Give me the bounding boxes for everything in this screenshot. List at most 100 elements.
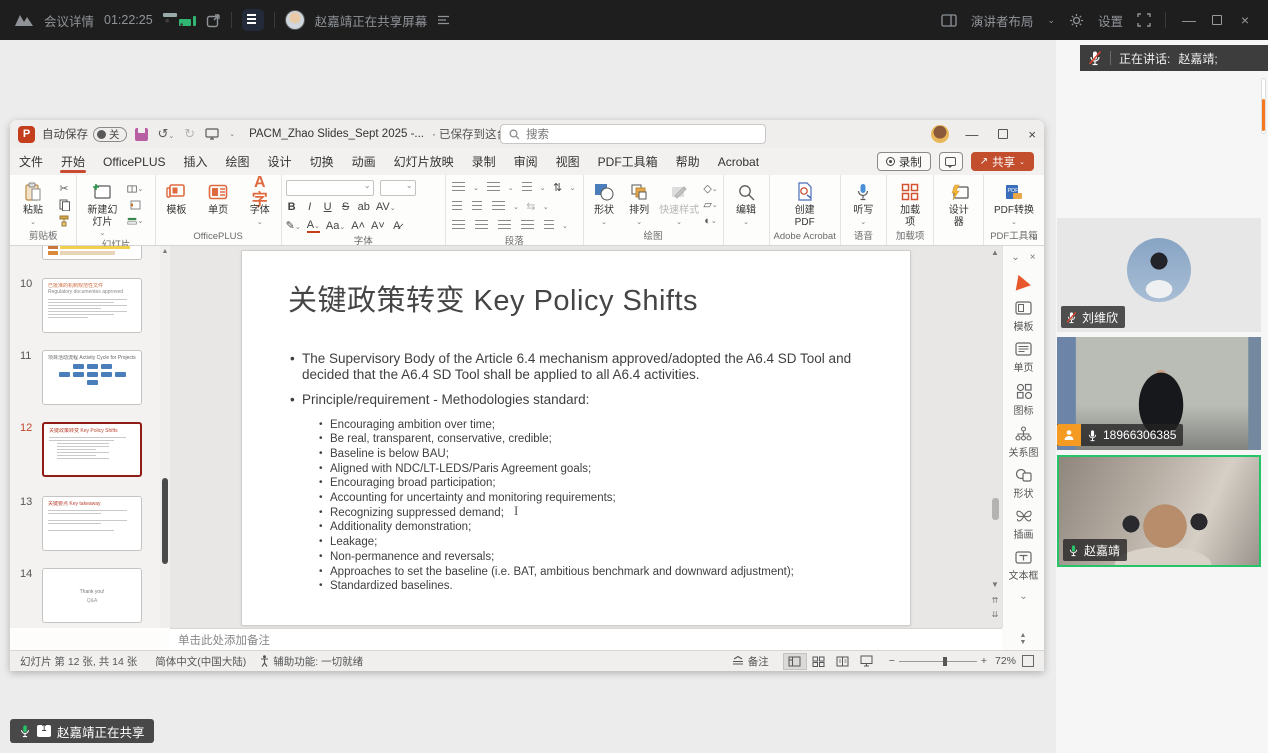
scroll-thumb[interactable] — [992, 498, 999, 520]
accessibility-status[interactable]: 辅助功能: 一切就绪 — [260, 654, 363, 669]
italic-button[interactable]: I — [304, 201, 316, 213]
language-indicator[interactable]: 简体中文(中国大陆) — [155, 654, 246, 669]
shadow-button[interactable]: ab — [358, 201, 370, 213]
zoom-in-button[interactable]: + — [981, 655, 987, 667]
layout-icon[interactable] — [941, 14, 957, 27]
tab-officeplus[interactable]: OfficePLUS — [94, 148, 174, 175]
window-minimize-button[interactable]: — — [1180, 12, 1198, 28]
tab-insert[interactable]: 插入 — [175, 148, 217, 175]
zoom-slider-thumb[interactable] — [943, 657, 947, 666]
op-panel-illustration[interactable]: 插画 — [1014, 509, 1034, 541]
fullscreen-icon[interactable] — [1137, 13, 1151, 27]
op-panel-collapse-icon[interactable]: ⌄ — [1011, 252, 1019, 263]
slide-thumbnail-12-selected[interactable]: 关键政策转变 Key Policy Shifts — [42, 422, 142, 477]
quick-styles-button[interactable]: 快速样式⌄ — [658, 179, 701, 227]
slideshow-view-button[interactable] — [855, 653, 879, 670]
previous-slide-button[interactable]: ⇈ — [988, 596, 1002, 605]
editing-button[interactable]: 编辑⌄ — [728, 179, 765, 227]
create-pdf-button[interactable]: 创建PDF — [786, 179, 824, 228]
window-close-button[interactable]: × — [1236, 12, 1254, 28]
paragraph-controls[interactable]: ⌄⌄⌄⇅⌄ ⌄⇆⌄ ⌄ — [450, 179, 578, 234]
participant-tile-zhaojiajing-speaking[interactable]: 赵嘉靖 — [1057, 455, 1261, 567]
tab-slideshow[interactable]: 幻灯片放映 — [385, 148, 463, 175]
thumb-scroll-thumb[interactable] — [162, 478, 168, 564]
start-slideshow-icon[interactable] — [205, 128, 219, 140]
meeting-details-link[interactable]: 会议详情 — [44, 11, 94, 30]
next-slide-button[interactable]: ⇊ — [988, 610, 1002, 619]
shrink-font-button[interactable]: A˅ — [371, 220, 385, 232]
tab-view[interactable]: 视图 — [547, 148, 589, 175]
tab-draw[interactable]: 绘图 — [217, 148, 259, 175]
current-slide[interactable]: 关键政策转变 Key Policy Shifts The Supervisory… — [242, 251, 910, 625]
bullets-button[interactable] — [452, 182, 465, 193]
notes-area[interactable]: 单击此处添加备注 — [170, 628, 1002, 650]
change-case-button[interactable]: Aa⌄ — [326, 220, 345, 232]
slide-layout-icon[interactable]: ⌄ — [127, 182, 143, 195]
new-slide-button[interactable]: 新建幻灯片⌄ — [81, 179, 123, 238]
tab-help[interactable]: 帮助 — [667, 148, 709, 175]
participant-tile-phone[interactable]: 18966306385 — [1057, 337, 1261, 450]
op-panel-more-icon[interactable]: ⌄ — [1019, 591, 1027, 602]
clear-format-button[interactable]: A̷ — [391, 220, 403, 232]
grow-font-button[interactable]: A˄ — [351, 220, 365, 232]
tab-home[interactable]: 开始 — [52, 148, 94, 175]
ppt-restore-button[interactable] — [998, 129, 1008, 139]
layout-selector[interactable]: 演讲者布局 — [971, 11, 1034, 30]
slide-thumbnail-14[interactable]: Thank you! Q&A — [42, 568, 142, 623]
participant-list-icon[interactable] — [437, 15, 450, 25]
tab-file[interactable]: 文件 — [10, 148, 52, 175]
decrease-indent-button[interactable] — [452, 201, 462, 212]
op-template-button[interactable]: 模板 — [160, 179, 194, 217]
fit-to-window-button[interactable] — [1022, 655, 1034, 667]
gear-icon[interactable] — [1069, 13, 1084, 28]
sharing-status-badge[interactable]: 赵嘉靖正在共享 — [10, 719, 154, 743]
record-button[interactable]: 录制 — [877, 152, 931, 171]
section-icon[interactable]: ⌄ — [127, 214, 143, 227]
tab-animations[interactable]: 动画 — [343, 148, 385, 175]
tab-transitions[interactable]: 切换 — [301, 148, 343, 175]
op-panel-template[interactable]: 模板 — [1014, 301, 1034, 333]
columns-button[interactable] — [492, 201, 505, 212]
strikethrough-button[interactable]: S — [340, 201, 352, 213]
op-panel-textbox[interactable]: 文本框 — [1009, 550, 1039, 582]
shape-effects-icon[interactable]: ◐⌄ — [703, 214, 719, 227]
op-font-button[interactable]: A字 字体⌄ — [243, 179, 277, 227]
shapes-button[interactable]: 形状⌄ — [588, 179, 621, 227]
slide-sorter-view-button[interactable] — [807, 653, 831, 670]
char-spacing-button[interactable]: AV⌄ — [376, 201, 396, 213]
justify-button[interactable] — [521, 220, 534, 231]
align-center-button[interactable] — [475, 220, 488, 231]
scroll-down-icon[interactable]: ▼ — [988, 580, 1002, 589]
op-page-button[interactable]: 单页 — [201, 179, 235, 217]
format-painter-icon[interactable] — [56, 214, 72, 227]
op-panel-shapes[interactable]: 形状 — [1014, 468, 1034, 500]
settings-button[interactable]: 设置 — [1098, 11, 1123, 30]
font-name-dropdown[interactable] — [286, 180, 374, 196]
paste-button[interactable]: 粘贴⌄ — [14, 179, 52, 227]
popout-icon[interactable] — [206, 13, 221, 28]
arrange-button[interactable]: 排列⌄ — [623, 179, 656, 227]
undo-icon[interactable]: ↺⌄ — [158, 126, 175, 142]
ribbon-collapse-icon[interactable]: ⌄ — [1030, 231, 1038, 242]
slide-thumbnail-11[interactable]: 项目活动流程 Activity Cycle for Projects — [42, 350, 142, 405]
zoom-percentage[interactable]: 72% — [995, 655, 1016, 667]
pdf-convert-button[interactable]: PDF PDF转换⌄ — [988, 179, 1040, 227]
scroll-up-icon[interactable]: ▲ — [988, 248, 1002, 257]
tab-design[interactable]: 设计 — [259, 148, 301, 175]
highlight-button[interactable]: ✎⌄ — [286, 219, 301, 232]
op-panel-icons[interactable]: 图标 — [1014, 383, 1034, 417]
save-icon[interactable] — [135, 128, 148, 141]
underline-button[interactable]: U — [322, 201, 334, 213]
shape-fill-icon[interactable]: ◇⌄ — [703, 182, 719, 195]
reading-view-button[interactable] — [831, 653, 855, 670]
slide-scrollbar[interactable]: ▲ ▼ ⇈ ⇊ — [988, 246, 1002, 628]
op-panel-close-icon[interactable]: × — [1030, 252, 1036, 263]
reset-slide-icon[interactable] — [127, 198, 143, 211]
notes-toggle[interactable]: 备注 — [732, 654, 769, 669]
window-maximize-button[interactable] — [1212, 15, 1222, 25]
comments-button[interactable] — [939, 152, 963, 171]
ppt-minimize-button[interactable]: — — [965, 127, 978, 142]
op-panel-page[interactable]: 单页 — [1014, 342, 1034, 374]
notes-resize-handle[interactable]: ▲▼ — [1002, 628, 1044, 650]
smartart-convert-button[interactable] — [544, 220, 554, 231]
